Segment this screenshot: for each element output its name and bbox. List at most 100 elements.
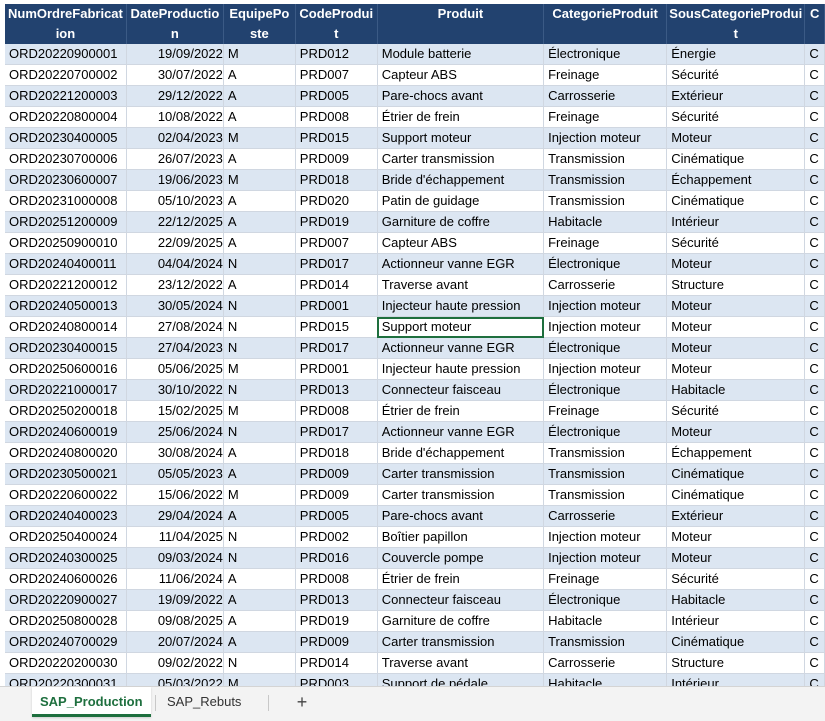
table-cell[interactable]: Étrier de frein [377,568,545,590]
plus-icon[interactable]: + [293,691,311,713]
table-cell[interactable]: Transmission [543,484,668,506]
table-cell[interactable]: Injection moteur [543,127,668,149]
table-cell[interactable]: 22/12/2025 [126,211,224,233]
table-cell[interactable]: A [223,274,296,296]
table-cell[interactable]: C [804,295,825,317]
table-cell[interactable]: ORD20230600007 [5,169,127,191]
table-cell[interactable]: 29/04/2024 [126,505,224,527]
table-cell[interactable]: ORD20250600016 [5,358,127,380]
table-cell[interactable]: C [804,211,825,233]
table-cell[interactable]: C [804,44,825,65]
table-cell[interactable]: Connecteur faisceau [377,589,545,611]
table-cell[interactable]: PRD001 [295,295,378,317]
table-cell[interactable]: 27/04/2023 [126,337,224,359]
table-cell[interactable]: PRD020 [295,190,378,212]
table-cell[interactable]: Moteur [666,295,806,317]
table-cell[interactable]: Actionneur vanne EGR [377,337,545,359]
table-cell[interactable]: Injection moteur [543,316,668,338]
table-cell[interactable]: ORD20221200012 [5,274,127,296]
column-header[interactable]: C [804,4,825,44]
column-header[interactable]: CategorieProduit [543,4,668,44]
table-cell[interactable]: PRD008 [295,568,378,590]
table-cell[interactable]: M [223,484,296,506]
table-cell[interactable]: Cinématique [666,463,806,485]
table-cell[interactable]: A [223,106,296,128]
table-cell[interactable]: Électronique [543,421,668,443]
table-cell[interactable]: Transmission [543,463,668,485]
table-cell[interactable]: Carter transmission [377,463,545,485]
table-cell[interactable]: Habitacle [543,211,668,233]
table-cell[interactable]: 20/07/2024 [126,631,224,653]
table-cell[interactable]: Carrosserie [543,652,668,674]
table-cell[interactable]: Support moteur [377,127,545,149]
table-cell[interactable]: Intérieur [666,673,806,686]
table-cell[interactable]: ORD20230400005 [5,127,127,149]
table-cell[interactable]: Transmission [543,148,668,170]
table-cell[interactable]: Traverse avant [377,274,545,296]
table-cell[interactable]: Carter transmission [377,631,545,653]
table-cell[interactable]: PRD005 [295,85,378,107]
table-cell[interactable]: 09/08/2025 [126,610,224,632]
table-cell[interactable]: A [223,568,296,590]
table-cell[interactable]: M [223,358,296,380]
table-cell[interactable]: C [804,64,825,86]
table-cell[interactable]: M [223,673,296,686]
table-cell[interactable]: Garniture de coffre [377,211,545,233]
table-cell[interactable]: Étrier de frein [377,106,545,128]
table-cell[interactable]: Intérieur [666,610,806,632]
table-cell[interactable]: A [223,505,296,527]
table-cell[interactable]: Intérieur [666,211,806,233]
table-cell[interactable]: A [223,610,296,632]
table-cell[interactable]: Moteur [666,316,806,338]
table-cell[interactable]: 10/08/2022 [126,106,224,128]
table-cell[interactable]: C [804,190,825,212]
table-cell[interactable]: Actionneur vanne EGR [377,421,545,443]
table-cell[interactable]: ORD20230500021 [5,463,127,485]
table-cell[interactable]: 11/04/2025 [126,526,224,548]
table-cell[interactable]: ORD20220900001 [5,44,127,65]
tab-sap-production[interactable]: SAP_Production [32,687,151,717]
table-cell[interactable]: N [223,421,296,443]
table-cell[interactable]: Sécurité [666,568,806,590]
table-cell[interactable]: C [804,358,825,380]
table-cell[interactable]: 15/06/2022 [126,484,224,506]
table-cell[interactable]: Habitacle [543,610,668,632]
table-cell[interactable]: Injection moteur [543,526,668,548]
table-cell[interactable]: 05/03/2022 [126,673,224,686]
table-cell[interactable]: Connecteur faisceau [377,379,545,401]
table-cell[interactable]: A [223,64,296,86]
table-cell[interactable]: ORD20220200030 [5,652,127,674]
table-cell[interactable]: A [223,631,296,653]
table-cell[interactable]: PRD001 [295,358,378,380]
table-cell[interactable]: Freinage [543,232,668,254]
table-cell[interactable]: ORD20220300031 [5,673,127,686]
table-cell[interactable]: N [223,316,296,338]
column-header[interactable]: CodeProduit [295,4,378,44]
table-cell[interactable]: Étrier de frein [377,400,545,422]
table-cell[interactable]: N [223,547,296,569]
table-cell[interactable]: ORD20221000017 [5,379,127,401]
table-cell[interactable]: Habitacle [666,589,806,611]
table-cell[interactable]: ORD20220700002 [5,64,127,86]
table-cell[interactable]: C [804,484,825,506]
table-cell[interactable]: 15/02/2025 [126,400,224,422]
table-cell[interactable]: ORD20240700029 [5,631,127,653]
table-cell[interactable]: PRD007 [295,64,378,86]
table-cell[interactable]: Habitacle [543,673,668,686]
table-cell[interactable]: ORD20250800028 [5,610,127,632]
table-cell[interactable]: Électronique [543,253,668,275]
table-cell[interactable]: C [804,631,825,653]
column-header[interactable]: DateProduction [126,4,224,44]
table-cell[interactable]: M [223,169,296,191]
table-cell[interactable]: PRD017 [295,253,378,275]
table-cell[interactable]: C [804,337,825,359]
table-cell[interactable]: Pare-chocs avant [377,85,545,107]
table-cell[interactable]: PRD008 [295,400,378,422]
table-cell[interactable]: C [804,442,825,464]
table-cell[interactable]: C [804,652,825,674]
table-cell[interactable]: Capteur ABS [377,232,545,254]
table-cell[interactable]: PRD013 [295,589,378,611]
table-cell[interactable]: M [223,44,296,65]
table-cell[interactable]: C [804,421,825,443]
table-cell[interactable]: N [223,295,296,317]
